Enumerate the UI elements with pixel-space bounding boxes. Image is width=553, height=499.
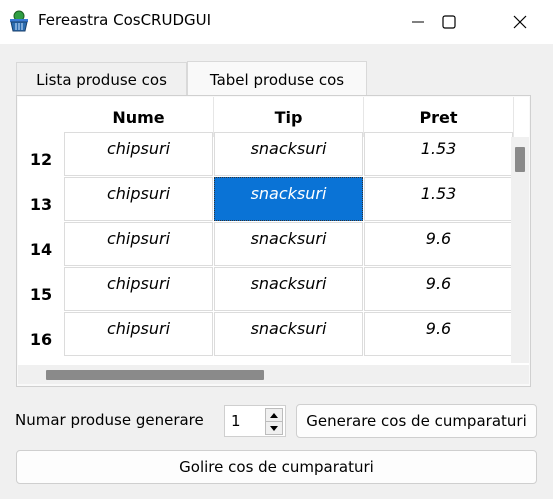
generate-count-label: Numar produse generare [15, 411, 204, 429]
table-cell[interactable]: 9.6 [364, 312, 513, 356]
generate-cart-button[interactable]: Generare cos de cumparaturi [296, 404, 537, 438]
row-header[interactable]: 12 [18, 137, 64, 182]
app-window: Fereastra CosCRUDGUI Lista produse cos T… [0, 0, 553, 499]
table-cell[interactable]: 1.53 [364, 177, 513, 221]
column-header-tip[interactable]: Tip [214, 97, 364, 137]
column-header-pret[interactable]: Pret [364, 97, 514, 137]
table-cell[interactable]: snacksuri [214, 222, 363, 266]
horizontal-scrollbar[interactable] [18, 365, 529, 384]
quantity-stepper[interactable]: 1 [224, 405, 286, 437]
table-cell[interactable]: 9.6 [364, 222, 513, 266]
vertical-scrollbar[interactable] [511, 137, 529, 363]
table-cell[interactable]: chipsuri [64, 132, 213, 176]
table-cell[interactable]: chipsuri [64, 222, 213, 266]
table-cell[interactable]: snacksuri [214, 132, 363, 176]
stepper-up-button[interactable] [265, 408, 283, 422]
table-cell[interactable]: snacksuri [214, 312, 363, 356]
close-icon [513, 15, 527, 29]
tab-label: Tabel produse cos [209, 70, 345, 89]
window-title: Fereastra CosCRUDGUI [38, 11, 212, 29]
vertical-scroll-thumb[interactable] [515, 147, 525, 172]
close-button[interactable] [497, 0, 543, 44]
products-table[interactable]: Nume Tip Pret 12 chipsuri snacksuri 1.53… [18, 97, 529, 384]
table-cell[interactable]: chipsuri [64, 312, 213, 356]
tab-bar: Lista produse cos Tabel produse cos [16, 61, 536, 97]
stepper-down-button[interactable] [265, 421, 283, 435]
generate-cart-label: Generare cos de cumparaturi [306, 412, 527, 430]
row-header[interactable]: 14 [18, 227, 64, 272]
table-cell[interactable]: snacksuri [214, 267, 363, 311]
maximize-icon [442, 15, 456, 29]
quantity-value[interactable]: 1 [231, 412, 241, 430]
table-cell-selected[interactable]: snacksuri [214, 177, 363, 221]
table-corner [18, 97, 64, 137]
title-bar[interactable]: Fereastra CosCRUDGUI [0, 0, 553, 44]
horizontal-scroll-thumb[interactable] [46, 370, 264, 380]
tab-panel: Nume Tip Pret 12 chipsuri snacksuri 1.53… [16, 95, 531, 387]
table-cell[interactable]: 9.6 [364, 267, 513, 311]
tab-label: Lista produse cos [36, 70, 167, 89]
clear-cart-label: Golire cos de cumparaturi [179, 458, 374, 476]
shopping-basket-icon [8, 10, 30, 32]
row-header[interactable]: 13 [18, 182, 64, 227]
row-header[interactable]: 15 [18, 272, 64, 317]
chevron-down-icon [270, 425, 278, 431]
tab-tabel-produse[interactable]: Tabel produse cos [187, 61, 367, 97]
tab-lista-produse[interactable]: Lista produse cos [16, 62, 187, 96]
minimize-icon [412, 21, 424, 23]
column-header-nume[interactable]: Nume [64, 97, 214, 137]
maximize-button[interactable] [426, 0, 472, 44]
table-cell[interactable]: chipsuri [64, 267, 213, 311]
table-cell[interactable]: 1.53 [364, 132, 513, 176]
row-header[interactable]: 16 [18, 317, 64, 362]
clear-cart-button[interactable]: Golire cos de cumparaturi [16, 450, 537, 484]
table-cell[interactable]: chipsuri [64, 177, 213, 221]
chevron-up-icon [270, 412, 278, 418]
